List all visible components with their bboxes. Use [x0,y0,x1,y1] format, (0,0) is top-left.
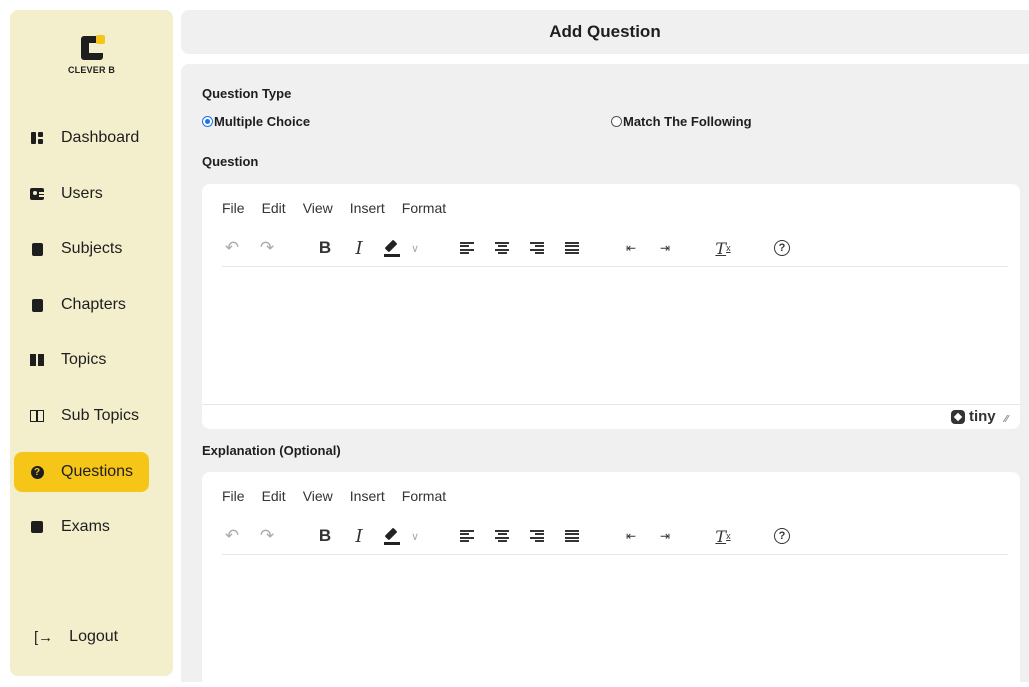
align-center-icon[interactable] [492,237,512,259]
italic-icon[interactable]: I [349,237,369,259]
logout-icon: [→ [34,628,54,646]
align-left-icon[interactable] [457,237,477,259]
align-left-icon[interactable] [457,525,477,547]
menu-view[interactable]: View [303,488,333,504]
question-editor[interactable]: File Edit View Insert Format ↶ ↷ B I ∨ ⇤… [202,184,1020,429]
sidebar-item-label: Exams [61,518,110,535]
chapters-icon [30,298,44,312]
add-question-form: Question Type Multiple Choice Match The … [181,64,1029,687]
sidebar-item-label: Sub Topics [61,407,139,424]
sidebar-item-topics[interactable]: Topics [14,340,149,380]
radio-unselected-icon[interactable] [611,116,622,127]
logo[interactable]: CLEVER B [10,35,173,75]
sidebar-item-label: Topics [61,351,107,368]
exams-icon [30,520,44,534]
outdent-icon[interactable]: ⇤ [621,237,641,259]
menu-file[interactable]: File [222,488,245,504]
sidebar-item-label: Subjects [61,240,123,257]
menu-insert[interactable]: Insert [350,200,385,216]
radio-label: Multiple Choice [214,114,311,129]
sidebar-item-label: Dashboard [61,129,140,146]
indent-icon[interactable]: ⇥ [655,525,675,547]
radio-multiple-choice[interactable]: Multiple Choice [202,114,310,129]
editor-toolbar: ↶ ↷ B I ∨ ⇤ ⇥ Tx ? [222,234,1008,267]
redo-icon[interactable]: ↷ [257,525,277,547]
sidebar-item-users[interactable]: Users [14,174,149,214]
highlight-icon[interactable] [382,237,402,259]
sidebar-item-label: Users [61,185,103,202]
highlight-icon[interactable] [382,525,402,547]
sidebar-item-sub-topics[interactable]: Sub Topics [14,396,149,436]
logout-label: Logout [69,628,119,645]
bold-icon[interactable]: B [315,237,335,259]
menu-file[interactable]: File [222,200,245,216]
menu-format[interactable]: Format [402,488,446,504]
editor-menubar: File Edit View Insert Format [222,488,463,504]
page-title: Add Question [549,22,661,41]
dashboard-icon [30,131,44,145]
sidebar-item-label: Questions [61,463,134,480]
radio-match-the-following[interactable]: Match The Following [611,114,752,129]
logout-button[interactable]: [→ Logout [34,628,118,646]
editor-statusbar: tiny ⁄⁄ [202,404,1020,429]
menu-format[interactable]: Format [402,200,446,216]
redo-icon[interactable]: ↷ [257,237,277,259]
sidebar-item-chapters[interactable]: Chapters [14,285,149,325]
page-header: Add Question [181,10,1029,54]
italic-icon[interactable]: I [349,525,369,547]
radio-selected-icon[interactable] [202,116,213,127]
menu-insert[interactable]: Insert [350,488,385,504]
subjects-icon [30,242,44,256]
sidebar-item-subjects[interactable]: Subjects [14,229,149,269]
users-icon [30,187,44,201]
question-label: Question [202,154,259,169]
tiny-logo-icon [950,409,965,424]
align-right-icon[interactable] [527,525,547,547]
menu-edit[interactable]: Edit [262,488,286,504]
sidebar-item-questions[interactable]: ? Questions [14,452,149,492]
help-icon[interactable]: ? [772,525,792,547]
chevron-down-icon[interactable]: ∨ [405,237,425,259]
clever-b-logo-icon [80,35,105,60]
editor-toolbar: ↶ ↷ B I ∨ ⇤ ⇥ Tx ? [222,522,1008,555]
sidebar: CLEVER B Dashboard Users Subjects Chapte… [10,10,173,676]
question-type-label: Question Type [202,86,292,101]
indent-icon[interactable]: ⇥ [655,237,675,259]
logo-text: CLEVER B [67,65,116,75]
help-icon[interactable]: ? [772,237,792,259]
explanation-label: Explanation (Optional) [202,443,341,458]
bold-icon[interactable]: B [315,525,335,547]
outdent-icon[interactable]: ⇤ [621,525,641,547]
tiny-branding[interactable]: tiny ⁄⁄ [950,408,1008,425]
tiny-label: tiny [968,408,996,425]
editor-menubar: File Edit View Insert Format [222,200,463,216]
clear-formatting-icon[interactable]: Tx [713,237,733,259]
sidebar-item-label: Chapters [61,296,126,313]
align-right-icon[interactable] [527,237,547,259]
chevron-down-icon[interactable]: ∨ [405,525,425,547]
sub-topics-icon [30,409,44,423]
menu-view[interactable]: View [303,200,333,216]
align-justify-icon[interactable] [562,525,582,547]
sidebar-item-exams[interactable]: Exams [14,507,149,547]
align-justify-icon[interactable] [562,237,582,259]
questions-icon: ? [30,465,44,479]
menu-edit[interactable]: Edit [262,200,286,216]
explanation-editor[interactable]: File Edit View Insert Format ↶ ↷ B I ∨ ⇤… [202,472,1020,687]
undo-icon[interactable]: ↶ [222,525,242,547]
align-center-icon[interactable] [492,525,512,547]
resize-handle-icon[interactable]: ⁄⁄ [1005,414,1008,425]
clear-formatting-icon[interactable]: Tx [713,525,733,547]
sidebar-item-dashboard[interactable]: Dashboard [14,118,149,158]
radio-label: Match The Following [623,114,752,129]
undo-icon[interactable]: ↶ [222,237,242,259]
topics-icon [30,353,44,367]
